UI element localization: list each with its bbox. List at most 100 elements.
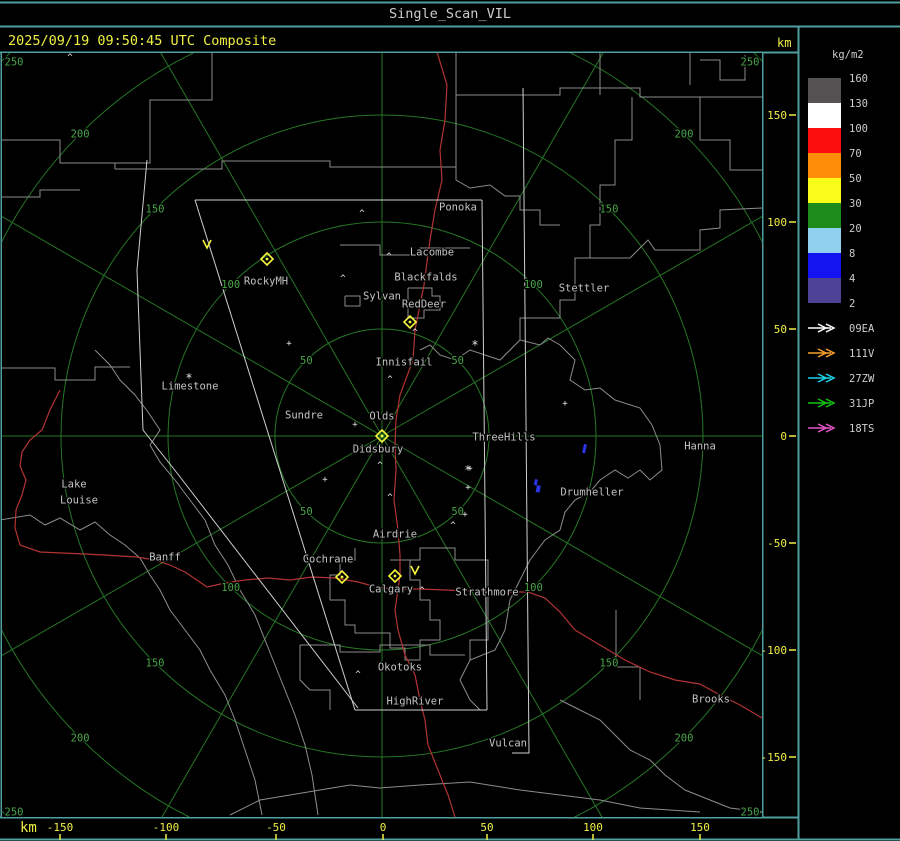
- legend-swatch: [808, 153, 841, 178]
- range-label-150: 150: [146, 204, 165, 216]
- radar-app-window: Single_Scan_VIL 2025/09/19 09:50:45 UTC …: [0, 0, 900, 841]
- city-label-olds: Olds: [369, 411, 394, 423]
- plus-marker: +: [352, 420, 358, 430]
- legend-scale-label: 8: [849, 248, 855, 260]
- range-label-100: 100: [221, 279, 240, 291]
- legend-color-scale: [808, 78, 841, 303]
- plus-marker: +: [562, 399, 568, 409]
- bottom-axis-tick-label: 100: [583, 821, 603, 834]
- peak-marker: ^: [450, 521, 456, 531]
- city-label-sylvan: Sylvan: [363, 291, 401, 303]
- legend-swatch: [808, 203, 841, 228]
- city-label-highriver: HighRiver: [387, 696, 444, 708]
- star-marker: *: [464, 463, 471, 477]
- star-marker: *: [471, 338, 478, 352]
- peak-marker: ^: [340, 274, 346, 284]
- right-axis-tick-label: 150: [767, 109, 787, 122]
- city-label-lacombe: Lacombe: [410, 247, 454, 259]
- city-label-ponoka: Ponoka: [439, 202, 477, 214]
- right-axis-tick-label: -50: [767, 537, 787, 550]
- right-axis-tick-label: -100: [761, 644, 788, 657]
- range-label-50: 50: [300, 506, 313, 518]
- station-id-label: 31JP: [849, 398, 874, 410]
- range-label-150: 150: [146, 657, 165, 669]
- legend-swatch: [808, 78, 841, 103]
- legend-scale-label: 4: [849, 273, 855, 285]
- range-label-200: 200: [674, 732, 693, 744]
- city-label-banff: Banff: [149, 552, 181, 564]
- city-label-hanna: Hanna: [684, 441, 716, 453]
- city-label-strathmore: Strathmore: [455, 587, 518, 599]
- bottom-axis-tick-label: -150: [47, 821, 74, 834]
- legend-unit-label: kg/m2: [832, 49, 864, 61]
- right-axis-tick-label: -150: [761, 751, 788, 764]
- radar-site-dot: [393, 574, 397, 578]
- right-axis-tick-label: 50: [774, 323, 787, 336]
- radar-site-dot: [380, 434, 384, 438]
- range-label-200: 200: [71, 732, 90, 744]
- city-label-didsbury: Didsbury: [353, 444, 404, 456]
- city-label-blackfalds: Blackfalds: [394, 272, 457, 284]
- legend-scale-label: 2: [849, 298, 855, 310]
- legend-scale-label: 50: [849, 173, 862, 185]
- range-label-150: 150: [599, 204, 618, 216]
- legend-swatch: [808, 278, 841, 303]
- plus-marker: +: [465, 483, 471, 493]
- city-label-okotoks: Okotoks: [378, 662, 422, 674]
- range-label-200: 200: [71, 129, 90, 141]
- city-label-brooks: Brooks: [692, 694, 730, 706]
- station-id-label: 09EA: [849, 323, 875, 335]
- peak-marker: ^: [412, 328, 418, 338]
- right-axis-tick-label: 100: [767, 216, 787, 229]
- range-label-250: 250: [741, 57, 760, 69]
- peak-marker: ^: [387, 493, 393, 503]
- legend-swatch: [808, 228, 841, 253]
- radar-site-dot: [408, 320, 412, 324]
- peak-marker: ^: [386, 252, 392, 262]
- legend-scale-label: 130: [849, 98, 868, 110]
- peak-marker: ^: [377, 461, 383, 471]
- station-id-label: 111V: [849, 348, 875, 360]
- city-label-lake: Lake: [61, 479, 86, 491]
- legend-swatch: [808, 178, 841, 203]
- legend-scale-label: 70: [849, 148, 862, 160]
- bottom-axis-tick-label: -50: [266, 821, 286, 834]
- range-label-100: 100: [524, 279, 543, 291]
- city-label-stettler: Stettler: [559, 283, 610, 295]
- range-label-150: 150: [599, 657, 618, 669]
- window-title: Single_Scan_VIL: [389, 6, 511, 22]
- star-marker: *: [185, 371, 192, 385]
- city-label-drumheller: Drumheller: [560, 487, 623, 499]
- range-label-250: 250: [741, 807, 760, 819]
- city-label-calgary: Calgary: [369, 584, 413, 596]
- city-label-rockymh: RockyMH: [244, 276, 288, 288]
- legend-swatch: [808, 103, 841, 128]
- city-label-reddeer: RedDeer: [402, 299, 446, 311]
- station-id-label: 18TS: [849, 423, 874, 435]
- city-label-louise: Louise: [60, 495, 98, 507]
- radar-site-dot: [265, 257, 269, 261]
- bottom-axis-tick-label: -100: [153, 821, 180, 834]
- city-label-innisfail: Innisfail: [376, 357, 433, 369]
- right-axis-unit-label: km: [777, 36, 791, 50]
- plus-marker: +: [462, 510, 468, 520]
- range-label-200: 200: [674, 129, 693, 141]
- station-id-label: 27ZW: [849, 373, 875, 385]
- legend-swatch: [808, 128, 841, 153]
- right-axis-tick-label: 0: [780, 430, 787, 443]
- city-label-airdrie: Airdrie: [373, 529, 417, 541]
- city-label-cochrane: Cochrane: [303, 554, 354, 566]
- peak-marker: ^: [359, 209, 365, 219]
- legend-scale-label: 20: [849, 223, 862, 235]
- legend-scale-label: 160: [849, 73, 868, 85]
- city-label-vulcan: Vulcan: [489, 738, 527, 750]
- peak-marker: ^: [387, 375, 393, 385]
- range-label-250: 250: [5, 57, 24, 69]
- peak-marker: ^: [419, 586, 425, 596]
- bottom-axis-tick-label: 150: [690, 821, 710, 834]
- range-label-100: 100: [221, 582, 240, 594]
- bottom-axis-unit-label: km: [20, 820, 37, 836]
- range-label-50: 50: [300, 355, 313, 367]
- range-label-100: 100: [524, 582, 543, 594]
- peak-marker: ^: [67, 53, 73, 63]
